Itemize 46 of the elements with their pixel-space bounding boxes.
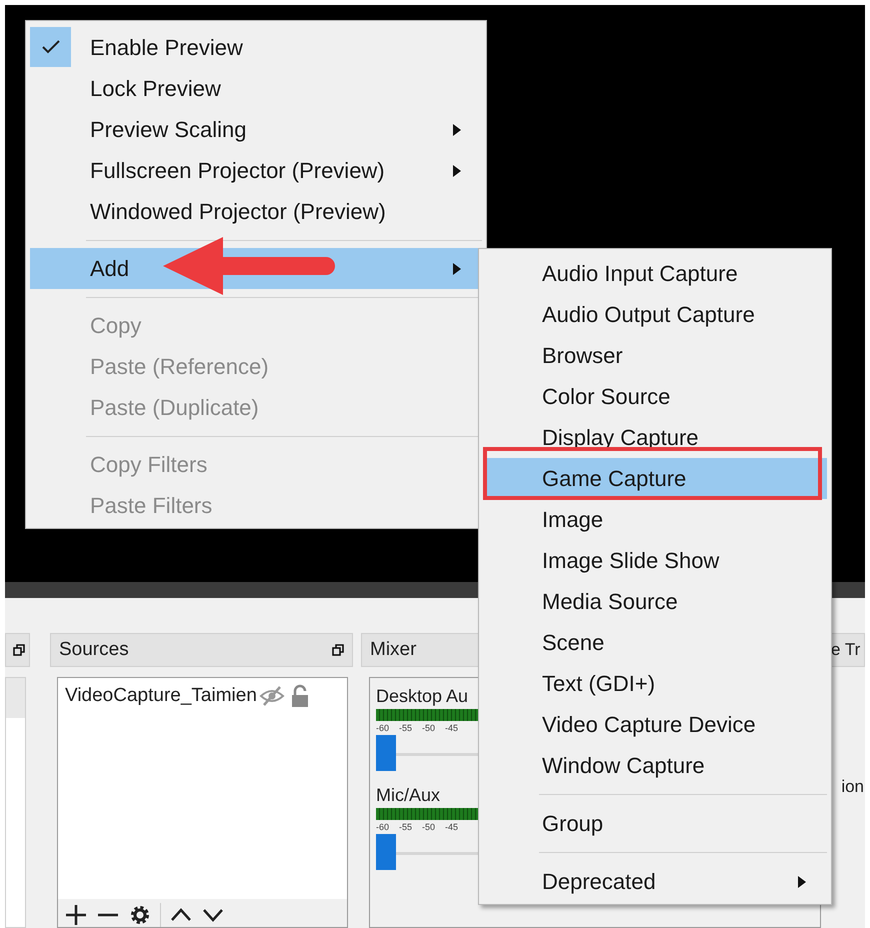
float-dock-icon[interactable] (332, 644, 344, 656)
slider-thumb[interactable] (376, 834, 396, 870)
menu-item[interactable]: Preview Scaling (30, 109, 482, 150)
meter-tick-label: -45 (445, 822, 458, 832)
meter-tick-label: -60 (376, 822, 390, 832)
float-dock-icon[interactable] (13, 644, 25, 656)
menu-item[interactable]: Lock Preview (30, 68, 482, 109)
plus-icon[interactable] (64, 903, 88, 927)
menu-item[interactable]: Text (GDI+) (483, 663, 827, 704)
source-name: VideoCapture_Taimien (65, 685, 257, 707)
meter-tick-label: -60 (376, 723, 390, 733)
menu-item[interactable]: Window Capture (483, 745, 827, 786)
menu-item[interactable]: Image (483, 499, 827, 540)
source-item[interactable]: VideoCapture_Taimien (58, 678, 347, 708)
meter-tick-label: -45 (445, 723, 458, 733)
menu-item[interactable]: Windowed Projector (Preview) (30, 191, 482, 232)
submenu-arrow-icon (798, 876, 806, 888)
settings-icon[interactable] (128, 903, 152, 927)
channel-name: Mic/Aux (376, 785, 442, 806)
dock-title: Mixer (370, 639, 416, 661)
channel-name: Desktop Au (376, 686, 470, 707)
menu-item[interactable]: Fullscreen Projector (Preview) (30, 150, 482, 191)
menu-item[interactable]: Image Slide Show (483, 540, 827, 581)
panel-text: ion (841, 777, 864, 797)
meter-tick-label: -50 (422, 723, 436, 733)
meter-tick-label: -50 (422, 822, 436, 832)
menu-item[interactable]: Display Capture (483, 417, 827, 458)
eye-slash-icon[interactable] (258, 684, 285, 708)
submenu-arrow-icon (453, 124, 461, 136)
dock-title: e Tr (831, 640, 860, 660)
meter-tick-label: -55 (399, 822, 412, 832)
slider-thumb[interactable] (376, 735, 396, 771)
menu-item[interactable]: Audio Output Capture (483, 294, 827, 335)
menu-item[interactable]: Color Source (483, 376, 827, 417)
menu-item[interactable]: Deprecated (483, 861, 827, 902)
menu-item[interactable]: Media Source (483, 581, 827, 622)
menu-item[interactable]: Scene (483, 622, 827, 663)
meter-tick-label: -55 (399, 723, 412, 733)
submenu-arrow-icon (453, 164, 461, 176)
menu-item[interactable]: Group (483, 803, 827, 844)
menu-item[interactable]: Browser (483, 335, 827, 376)
dock-title: Sources (59, 639, 129, 661)
menu-item[interactable]: Video Capture Device (483, 704, 827, 745)
menu-item[interactable]: Enable Preview (30, 27, 482, 68)
menu-item[interactable]: Audio Input Capture (483, 253, 827, 294)
submenu-arrow-icon (453, 262, 461, 274)
